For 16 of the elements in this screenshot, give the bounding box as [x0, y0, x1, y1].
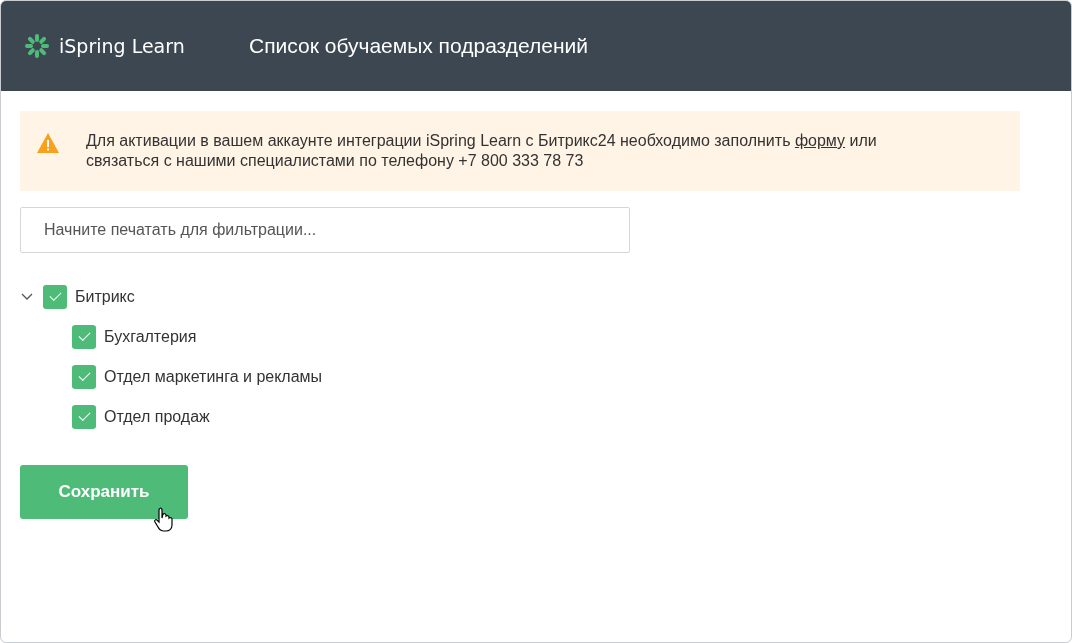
- checkbox[interactable]: [72, 405, 96, 429]
- tree-item-label[interactable]: Битрикс: [75, 288, 135, 306]
- logo-icon: [23, 32, 51, 60]
- warning-icon: [36, 132, 60, 154]
- checkbox[interactable]: [72, 325, 96, 349]
- hand-cursor-icon: [154, 506, 174, 532]
- logo-text: iSpring Learn: [59, 35, 185, 57]
- form-link[interactable]: форму: [794, 132, 846, 149]
- checkbox[interactable]: [72, 365, 96, 389]
- warning-message: Для активации в вашем аккаунте интеграции iSpring Learn с Битрикс24 необходимо заполнить форму или связаться с нашими специалистами по телефону +7 800 333 78 73: [86, 131, 878, 171]
- tree-item-label[interactable]: Отдел продаж: [104, 408, 210, 426]
- tree-item-label[interactable]: Бухгалтерия: [104, 328, 197, 346]
- page-title: Список обучаемых подразделений: [249, 34, 588, 58]
- filter-field[interactable]: Начните печатать для фильтрации...: [20, 207, 630, 253]
- checkbox[interactable]: [43, 285, 67, 309]
- tree-item-label[interactable]: Отдел маркетинга и рекламы: [104, 368, 323, 386]
